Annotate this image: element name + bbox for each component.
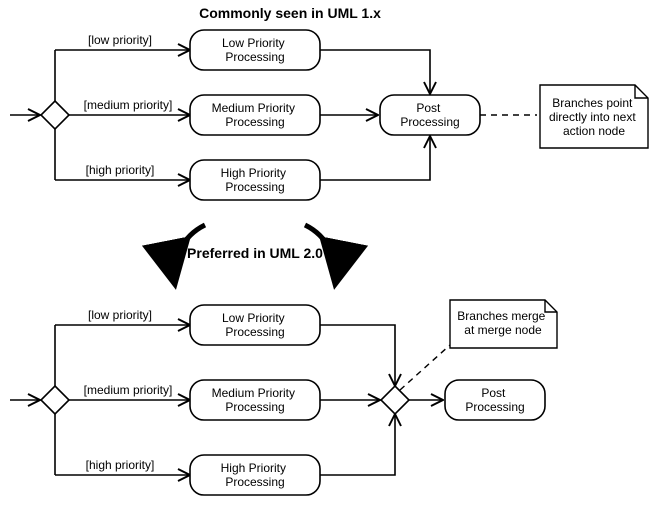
svg-text:Branches merge at merg: Branches merge at merge node [457, 309, 548, 337]
decision-node-bottom [41, 386, 69, 414]
edge-low-to-merge [320, 325, 395, 386]
guard-high-bottom: [high priority] [86, 458, 155, 472]
merge-node [381, 386, 409, 414]
guard-high-top: [high priority] [86, 163, 155, 177]
action-medium-top: Medium Priority Processing [190, 95, 320, 135]
note-bottom: Branches merge at merge node [450, 300, 557, 348]
heading-top: Commonly seen in UML 1.x [199, 5, 381, 21]
svg-text:Low Priority Processin: Low Priority Processing [222, 36, 288, 64]
action-post-bottom: Post Processing [445, 380, 545, 420]
note-anchor-bottom [400, 345, 450, 390]
action-post-top: Post Processing [380, 95, 480, 135]
action-high-bottom: High Priority Processing [190, 455, 320, 495]
transition-arrows: Preferred in UML 2.0 [174, 225, 336, 285]
diagram-uml20: [low priority] Low Priority Processing [… [10, 300, 557, 495]
guard-low-bottom: [low priority] [88, 308, 152, 322]
guard-medium-bottom: [medium priority] [84, 383, 173, 397]
guard-medium-top: [medium priority] [84, 98, 173, 112]
action-low-top: Low Priority Processing [190, 30, 320, 70]
note-top: Branches point directly into next action… [540, 85, 648, 148]
edge-high-to-post-top [320, 136, 430, 180]
action-low-bottom: Low Priority Processing [190, 305, 320, 345]
transition-label: Preferred in UML 2.0 [187, 245, 323, 261]
edge-high-to-merge [320, 414, 395, 475]
action-medium-bottom: Medium Priority Processing [190, 380, 320, 420]
diagram-uml1x: Commonly seen in UML 1.x [low priority] … [10, 5, 648, 200]
edge-low-to-post-top [320, 50, 430, 94]
uml-comparison-diagram: Commonly seen in UML 1.x [low priority] … [0, 0, 658, 527]
action-high-top: High Priority Processing [190, 160, 320, 200]
svg-text:High Priority Processi: High Priority Processing [221, 166, 290, 194]
svg-text:Low Priority Processin: Low Priority Processing [222, 311, 288, 339]
guard-low-top: [low priority] [88, 33, 152, 47]
decision-node-top [41, 101, 69, 129]
svg-text:High Priority Processi: High Priority Processing [221, 461, 290, 489]
